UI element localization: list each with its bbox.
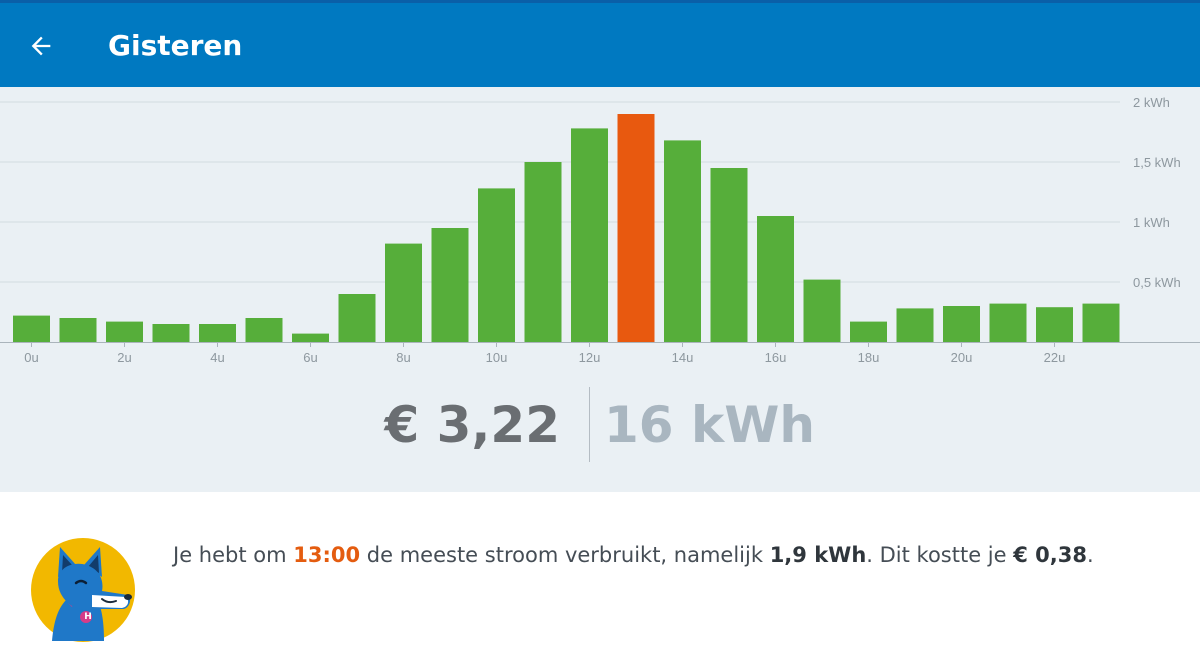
y-tick-label: 1 kWh (1133, 215, 1170, 230)
bar-1u[interactable] (59, 318, 97, 342)
message-prefix: Je hebt om (173, 543, 294, 567)
x-tick-label: 10u (486, 350, 508, 365)
bar-6u[interactable] (292, 333, 329, 342)
bar-14u[interactable] (664, 140, 701, 342)
total-energy: 16 kWh (604, 396, 815, 454)
y-tick-label: 0,5 kWh (1133, 275, 1181, 290)
x-tick-label: 0u (24, 350, 38, 365)
message-suffix: . (1087, 543, 1094, 567)
x-tick-label: 2u (117, 350, 131, 365)
peak-cost: € 0,38 (1013, 543, 1087, 567)
bar-9u[interactable] (431, 228, 469, 342)
bar-17u[interactable] (803, 279, 841, 342)
arrow-left-icon (31, 36, 51, 56)
app-bar: Gisteren (0, 3, 1200, 87)
y-tick-label: 2 kWh (1133, 95, 1170, 110)
bar-2u[interactable] (106, 321, 143, 342)
app-screen: Gisteren 0,5 kWh 1 kWh 1,5 kWh 2 kWh 0u 2u 4u 6… (0, 0, 1200, 670)
bar-8u[interactable] (385, 243, 422, 342)
bar-12u[interactable] (571, 128, 608, 342)
totals: € 3,22 16 kWh (0, 387, 1200, 463)
x-tick-label: 6u (303, 350, 317, 365)
bar-23u[interactable] (1082, 303, 1120, 342)
bar-18u[interactable] (850, 321, 887, 342)
x-tick-label: 18u (858, 350, 880, 365)
total-cost: € 3,22 (384, 396, 560, 454)
x-tick-label: 16u (765, 350, 787, 365)
bar-10u[interactable] (478, 188, 515, 342)
message-after-amount: . Dit kostte je (866, 543, 1014, 567)
mascot-tag-letter: H (84, 612, 92, 622)
x-tick-label: 22u (1044, 350, 1066, 365)
bar-15u[interactable] (710, 168, 748, 342)
bar-19u[interactable] (896, 308, 934, 342)
x-tick-label: 12u (579, 350, 601, 365)
x-tick-label: 8u (396, 350, 410, 365)
bar-0u[interactable] (13, 315, 50, 342)
bar-11u[interactable] (524, 162, 562, 342)
usage-insight-message: Je hebt om 13:00 de meeste stroom verbru… (173, 540, 1094, 570)
y-tick-label: 1,5 kWh (1133, 155, 1181, 170)
bar-20u[interactable] (943, 306, 980, 342)
x-tick-label: 20u (951, 350, 973, 365)
bar-13u[interactable] (617, 114, 655, 342)
peak-time: 13:00 (293, 543, 361, 567)
bar-7u[interactable] (338, 294, 376, 342)
bar-21u[interactable] (989, 303, 1027, 342)
back-button[interactable] (18, 23, 64, 69)
peak-amount: 1,9 kWh (769, 543, 867, 567)
bar-5u[interactable] (245, 318, 283, 342)
totals-divider (589, 387, 590, 462)
page-title: Gisteren (108, 29, 243, 62)
x-tick-label: 14u (672, 350, 694, 365)
hourly-usage-chart: 0,5 kWh 1 kWh 1,5 kWh 2 kWh 0u 2u 4u 6u 8u 10u 12u… (0, 95, 1200, 365)
usage-chart-panel: 0,5 kWh 1 kWh 1,5 kWh 2 kWh 0u 2u 4u 6u 8u 10u 12u… (0, 87, 1200, 492)
bar-22u[interactable] (1036, 307, 1073, 342)
bar-16u[interactable] (757, 216, 794, 342)
bar-3u[interactable] (152, 324, 190, 342)
message-middle: de meeste stroom verbruikt, namelijk (360, 543, 770, 567)
x-tick-label: 4u (210, 350, 224, 365)
bar-4u[interactable] (199, 324, 236, 342)
dog-mascot-icon (31, 538, 135, 642)
